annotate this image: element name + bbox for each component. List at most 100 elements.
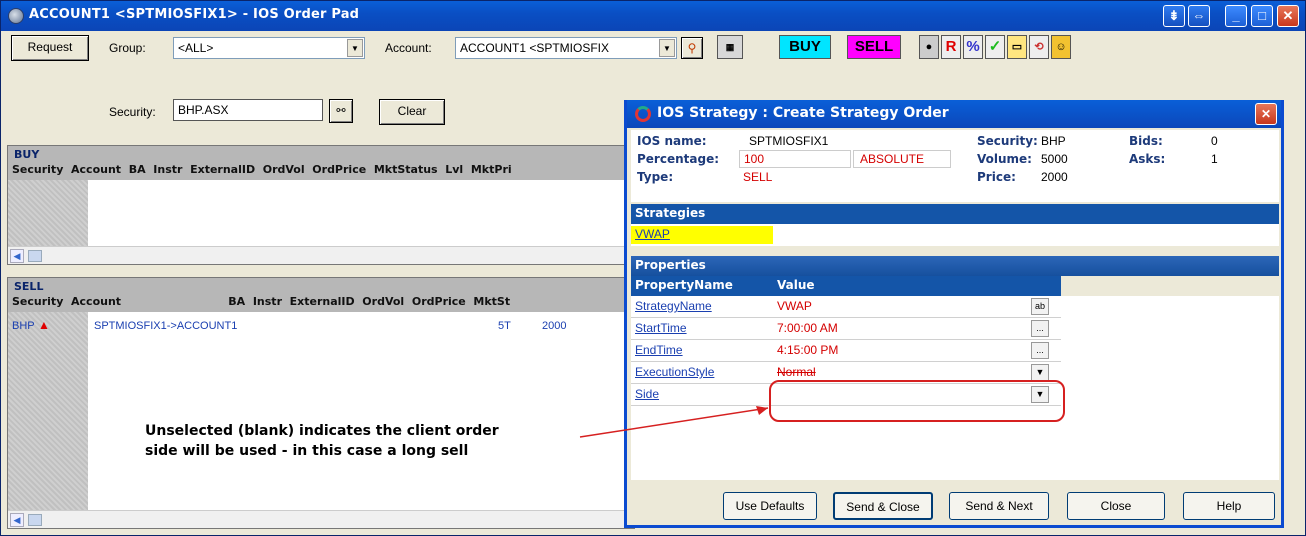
account-select[interactable]: ACCOUNT1 <SPTMIOSFIX ▼: [455, 37, 677, 59]
chevron-down-icon[interactable]: ▼: [1031, 364, 1049, 381]
mode-select[interactable]: ABSOLUTE: [853, 150, 951, 168]
scroll-left-icon[interactable]: ◀: [10, 249, 24, 263]
row-security: BHP: [12, 320, 35, 332]
property-row-executionstyle[interactable]: ExecutionStyle Normal ▼: [631, 362, 1061, 384]
security-input-value: BHP.ASX: [178, 103, 229, 117]
price-value: 2000: [1041, 170, 1068, 184]
sell-columns: Security Account BA Instr ExternalID Ord…: [12, 295, 511, 308]
ellipsis-icon[interactable]: ...: [1031, 320, 1049, 337]
dialog-title: IOS Strategy : Create Strategy Order: [657, 105, 949, 121]
sell-button[interactable]: SELL: [847, 35, 901, 59]
percentage-input[interactable]: 100: [739, 150, 851, 168]
buy-button[interactable]: BUY: [779, 35, 831, 59]
sell-panel-header: SELL Security Account BA Instr ExternalI…: [8, 278, 634, 312]
percentage-label: Percentage:: [637, 152, 720, 166]
request-button[interactable]: Request: [11, 35, 89, 61]
annotation-line-1: Unselected (blank) indicates the client …: [145, 423, 499, 439]
dialog-close-text-button[interactable]: Close: [1067, 492, 1165, 520]
buy-panel-header: BUY Security Account BA Instr ExternalID…: [8, 146, 634, 180]
price-label: Price:: [977, 170, 1016, 184]
buy-row-gutter: [8, 180, 88, 246]
window-titlebar[interactable]: ACCOUNT1 <SPTMIOSFIX1> - IOS Order Pad ⇟…: [1, 1, 1305, 31]
chevron-down-icon: ▼: [659, 39, 675, 57]
stop-icon[interactable]: ●: [919, 35, 939, 59]
group-select[interactable]: <ALL> ▼: [173, 37, 365, 59]
sell-arrow-icon: ▲: [38, 318, 50, 332]
sell-panel-title: SELL: [14, 280, 44, 293]
security-dlg-label: Security:: [977, 134, 1038, 148]
send-close-button[interactable]: Send & Close: [833, 492, 933, 520]
bids-label: Bids:: [1129, 134, 1163, 148]
chevron-down-icon: ▼: [347, 39, 363, 57]
percent-button[interactable]: %: [963, 35, 983, 59]
dialog-close-button[interactable]: ✕: [1255, 103, 1277, 125]
strategy-icon[interactable]: ⟲: [1029, 35, 1049, 59]
ios-name-label: IOS name:: [637, 134, 707, 148]
buy-scrollbar[interactable]: ◀: [8, 246, 634, 264]
sell-row-gutter: [8, 312, 88, 510]
strategies-header: Strategies: [631, 204, 1279, 224]
folder-icon[interactable]: ▭: [1007, 35, 1027, 59]
buy-panel-title: BUY: [14, 148, 40, 161]
asks-value: 1: [1211, 152, 1218, 166]
account-label: Account:: [385, 41, 432, 55]
maximize-button[interactable]: □: [1251, 5, 1273, 27]
strategies-header-label: Strategies: [635, 206, 706, 220]
bids-value: 0: [1211, 134, 1218, 148]
properties-header: Properties: [631, 256, 1279, 276]
col-value-header: Value: [777, 278, 815, 292]
search-icon[interactable]: ⚲: [681, 37, 703, 59]
property-row-strategyname[interactable]: StrategyName VWAP ab: [631, 296, 1061, 318]
row-vol: 5T: [498, 320, 511, 332]
ellipsis-icon[interactable]: ...: [1031, 342, 1049, 359]
help-button[interactable]: Help: [1183, 492, 1275, 520]
security-dlg-value: BHP: [1041, 134, 1066, 148]
table-row[interactable]: BHP ▲ SPTMIOSFIX1->ACCOUNT1 5T 2000: [8, 318, 634, 336]
annotation-text: Unselected (blank) indicates the client …: [145, 421, 499, 461]
type-value: SELL: [743, 170, 773, 184]
property-row-side[interactable]: Side ▼: [631, 384, 1061, 406]
order-info: IOS name: SPTMIOSFIX1 Percentage: 100 AB…: [631, 130, 1279, 202]
volume-label: Volume:: [977, 152, 1032, 166]
scroll-left-icon[interactable]: ◀: [10, 513, 24, 527]
strategy-item-label: VWAP: [635, 227, 670, 241]
refresh-r-button[interactable]: R: [941, 35, 961, 59]
percentage-input-value: 100: [744, 152, 765, 166]
users-icon[interactable]: ☺: [1051, 35, 1071, 59]
dock-icon[interactable]: ⇔: [1188, 5, 1210, 27]
security-input[interactable]: BHP.ASX: [173, 99, 323, 121]
properties-columns: PropertyName Value: [631, 276, 1061, 296]
property-name: ExecutionStyle: [635, 365, 715, 379]
app-icon: [8, 8, 24, 24]
group-label: Group:: [109, 41, 146, 55]
send-next-button[interactable]: Send & Next: [949, 492, 1049, 520]
check-icon[interactable]: ✓: [985, 35, 1005, 59]
scroll-thumb[interactable]: [28, 514, 42, 526]
window-title: ACCOUNT1 <SPTMIOSFIX1> - IOS Order Pad: [29, 7, 360, 22]
clear-button[interactable]: Clear: [379, 99, 445, 125]
properties-grid: StrategyName VWAP ab StartTime 7:00:00 A…: [631, 296, 1279, 480]
calculator-icon[interactable]: ▦: [717, 35, 743, 59]
property-row-endtime[interactable]: EndTime 4:15:00 PM ...: [631, 340, 1061, 362]
minimize-button[interactable]: _: [1225, 5, 1247, 27]
lookup-icon[interactable]: ⚯: [329, 99, 353, 123]
asks-label: Asks:: [1129, 152, 1166, 166]
strategy-item-vwap[interactable]: VWAP: [631, 226, 773, 244]
pin-icon[interactable]: ⇟: [1163, 5, 1185, 27]
ios-name-value: SPTMIOSFIX1: [749, 134, 829, 148]
use-defaults-button[interactable]: Use Defaults: [723, 492, 817, 520]
property-name: Side: [635, 387, 660, 401]
property-row-starttime[interactable]: StartTime 7:00:00 AM ...: [631, 318, 1061, 340]
dialog-titlebar[interactable]: IOS Strategy : Create Strategy Order ✕: [627, 100, 1281, 128]
absolute-value: ABSOLUTE: [860, 152, 925, 166]
scroll-thumb[interactable]: [28, 250, 42, 262]
type-label: Type:: [637, 170, 674, 184]
buy-panel: BUY Security Account BA Instr ExternalID…: [7, 145, 635, 265]
close-button[interactable]: ✕: [1277, 5, 1299, 27]
row-account: SPTMIOSFIX1->ACCOUNT1: [94, 320, 238, 332]
edit-text-icon[interactable]: ab: [1031, 298, 1049, 315]
chevron-down-icon[interactable]: ▼: [1031, 386, 1049, 403]
sell-scrollbar[interactable]: ◀: [8, 510, 634, 528]
row-price: 2000: [542, 320, 567, 332]
property-name: EndTime: [635, 343, 683, 357]
